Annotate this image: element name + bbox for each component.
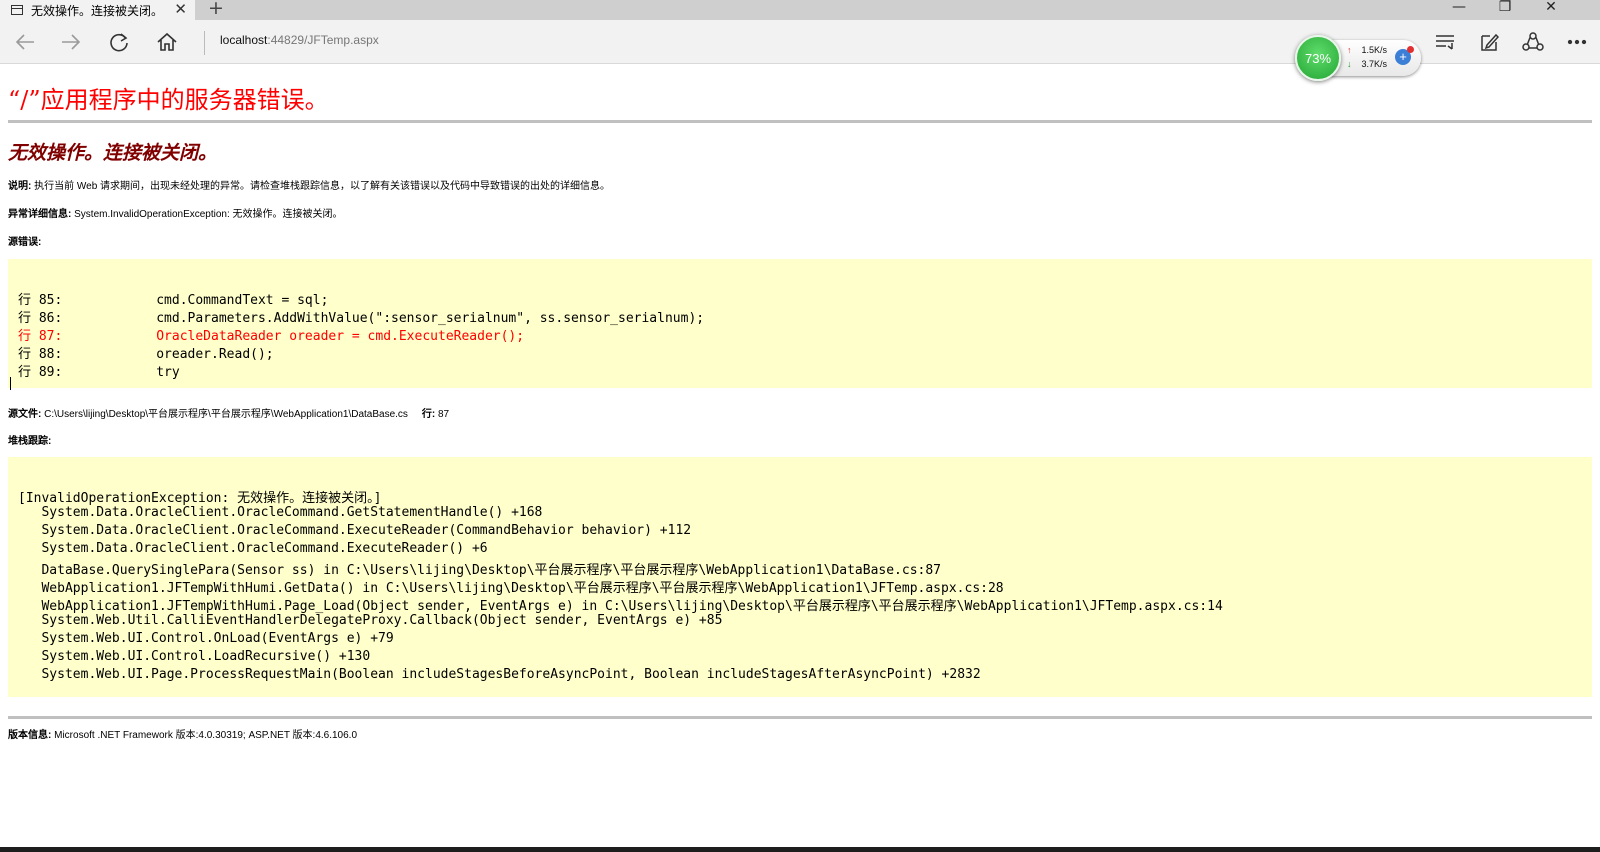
description-text: 说明: 执行当前 Web 请求期间，出现未经处理的异常。请检查堆栈跟踪信息，以了…	[8, 177, 610, 192]
source-file-label: 源文件:	[8, 409, 42, 420]
version-info: 版本信息: Microsoft .NET Framework 版本:4.0.30…	[8, 726, 357, 741]
note-icon	[1481, 33, 1499, 51]
download-speed-value: 3.7K/s	[1361, 59, 1388, 69]
share-icon	[1522, 32, 1544, 51]
stack-line: System.Data.OracleClient.OracleCommand.E…	[18, 523, 692, 538]
stack-line: System.Web.UI.Page.ProcessRequestMain(Bo…	[18, 667, 981, 682]
source-line: 行 85: cmd.CommandText = sql;	[18, 293, 329, 308]
stack-line: WebApplication1.JFTempWithHumi.GetData()…	[18, 581, 1004, 596]
home-icon	[157, 32, 177, 51]
line-label: 行:	[421, 409, 436, 420]
page-title: “/”应用程序中的服务器错误。	[8, 86, 329, 114]
taskbar-edge	[0, 847, 1600, 852]
memory-percent: 73%	[1304, 50, 1332, 66]
source-file-value: C:\Users\lijing\Desktop\平台展示程序\平台展示程序\We…	[41, 409, 408, 420]
address-field[interactable]: localhost:44829/JFTemp.aspx	[220, 33, 379, 47]
tab-title: 无效操作。连接被关闭。	[31, 3, 164, 18]
download-speed: ↓ 3.7K/s	[1347, 59, 1387, 69]
stack-line: [InvalidOperationException: 无效操作。连接被关闭。]	[18, 491, 382, 506]
footer-divider	[8, 716, 1592, 719]
stack-trace-heading: 堆栈跟踪:	[8, 432, 51, 447]
source-line: 行 86: cmd.Parameters.AddWithValue(":sens…	[18, 311, 705, 326]
stack-line: System.Web.Util.CalliEventHandlerDelegat…	[18, 613, 723, 628]
version-label: 版本信息:	[8, 730, 52, 741]
tab-strip: 无效操作。连接被关闭。 ✕ + — ❐ ✕	[0, 0, 1600, 20]
refresh-icon	[110, 33, 128, 52]
restore-button[interactable]: ❐	[1482, 0, 1528, 20]
minimize-button[interactable]: —	[1436, 0, 1482, 20]
back-arrow-icon	[15, 34, 34, 50]
upload-arrow-icon: ↑	[1347, 45, 1352, 55]
more-button[interactable]	[1562, 28, 1592, 56]
stack-line: DataBase.QuerySinglePara(Sensor ss) in C…	[18, 563, 942, 578]
upload-speed-value: 1.5K/s	[1361, 45, 1388, 55]
exception-label: 异常详细信息:	[8, 209, 72, 220]
source-line: 行 88: oreader.Read();	[18, 347, 274, 362]
forward-button[interactable]	[54, 28, 88, 56]
stack-line: WebApplication1.JFTempWithHumi.Page_Load…	[18, 599, 1223, 614]
exception-value: System.InvalidOperationException: 无效操作。连…	[71, 209, 343, 220]
window-close-button[interactable]: ✕	[1528, 0, 1574, 20]
source-error-label: 源错误:	[8, 237, 42, 248]
url-path: :44829/JFTemp.aspx	[267, 33, 379, 47]
title-divider	[8, 120, 1592, 123]
description-value: 执行当前 Web 请求期间，出现未经处理的异常。请检查堆栈跟踪信息，以了解有关该…	[31, 181, 611, 192]
stack-trace-label: 堆栈跟踪:	[8, 436, 52, 447]
home-button[interactable]	[150, 28, 184, 56]
more-icon	[1567, 39, 1587, 45]
refresh-button[interactable]	[102, 28, 136, 56]
error-subtitle: 无效操作。连接被关闭。	[8, 142, 218, 164]
active-tab[interactable]: 无效操作。连接被关闭。 ✕	[0, 0, 195, 20]
new-tab-button[interactable]: +	[208, 0, 224, 18]
source-line-error: 行 87: OracleDataReader oreader = cmd.Exe…	[18, 329, 525, 344]
hub-icon	[1436, 35, 1454, 50]
web-note-button[interactable]	[1474, 28, 1504, 56]
download-arrow-icon: ↓	[1347, 59, 1352, 69]
network-speed-widget[interactable]: 73% ↑ 1.5K/s ↓ 3.7K/s +	[1295, 35, 1421, 81]
line-value: 87	[435, 409, 450, 420]
tab-close-icon[interactable]: ✕	[174, 1, 187, 17]
upload-speed: ↑ 1.5K/s	[1347, 45, 1387, 55]
notification-dot	[1407, 46, 1414, 53]
source-file-info: 源文件: C:\Users\lijing\Desktop\平台展示程序\平台展示…	[8, 405, 449, 420]
back-button[interactable]	[8, 28, 42, 56]
stack-line: System.Data.OracleClient.OracleCommand.E…	[18, 541, 488, 556]
share-button[interactable]	[1518, 28, 1548, 56]
description-label: 说明:	[8, 181, 32, 192]
version-value: Microsoft .NET Framework 版本:4.0.30319; A…	[51, 730, 358, 741]
memory-usage-ball[interactable]: 73%	[1295, 35, 1341, 81]
stack-trace-box: [InvalidOperationException: 无效操作。连接被关闭。]…	[8, 457, 1592, 697]
text-cursor	[10, 377, 11, 390]
source-code-box: 行 85: cmd.CommandText = sql; 行 86: cmd.P…	[8, 259, 1592, 390]
forward-arrow-icon	[62, 34, 81, 50]
page-icon	[11, 5, 23, 15]
stack-line: System.Web.UI.Control.LoadRecursive() +1…	[18, 649, 371, 664]
url-host: localhost	[220, 33, 268, 47]
hub-button[interactable]	[1430, 28, 1460, 56]
address-separator	[204, 31, 205, 55]
source-error-heading: 源错误:	[8, 233, 41, 248]
source-line: 行 89: try	[18, 365, 180, 380]
stack-line: System.Data.OracleClient.OracleCommand.G…	[18, 505, 543, 520]
stack-line: System.Web.UI.Control.OnLoad(EventArgs e…	[18, 631, 394, 646]
exception-details: 异常详细信息: System.InvalidOperationException…	[8, 205, 343, 220]
